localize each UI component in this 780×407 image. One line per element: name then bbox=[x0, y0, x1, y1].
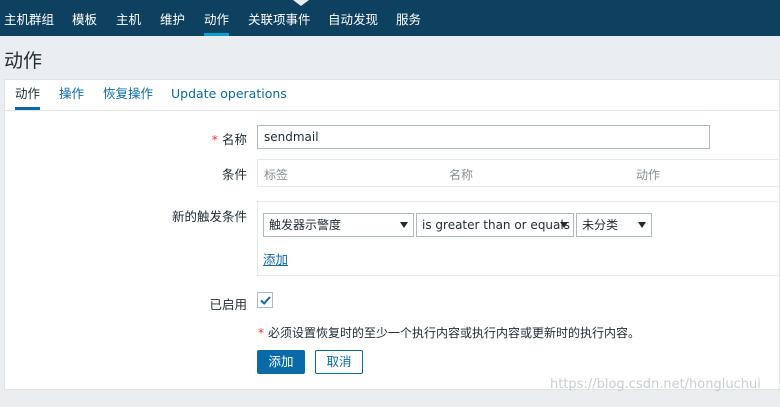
tab-operations[interactable]: 操作 bbox=[59, 80, 84, 110]
watermark: https://blog.csdn.net/hongluchui bbox=[550, 377, 761, 392]
nav-item-actions[interactable]: 动作 bbox=[204, 0, 230, 36]
nav-item-templates[interactable]: 模板 bbox=[72, 0, 97, 36]
chevron-down-icon bbox=[400, 222, 408, 228]
name-label-text: 名称 bbox=[221, 132, 247, 147]
condition-type-value: 触发器示警度 bbox=[269, 218, 342, 232]
condition-value-value: 未分类 bbox=[582, 218, 619, 232]
conditions-column-label: 标签 bbox=[264, 168, 289, 182]
nav-item-services[interactable]: 服务 bbox=[396, 0, 421, 36]
condition-operator-select[interactable]: is greater than or equals bbox=[416, 213, 574, 237]
conditions-column-name: 名称 bbox=[449, 168, 474, 182]
enabled-checkbox[interactable] bbox=[257, 292, 273, 308]
conditions-label: 条件 bbox=[221, 167, 247, 182]
required-mark: * bbox=[211, 132, 218, 147]
new-condition-label: 新的触发条件 bbox=[171, 209, 247, 224]
condition-value-select[interactable]: 未分类 bbox=[576, 213, 652, 237]
tab-update-operations[interactable]: Update operations bbox=[171, 80, 287, 110]
nav-item-host-groups[interactable]: 主机群组 bbox=[4, 0, 54, 36]
required-mark: * bbox=[258, 326, 264, 340]
tab-action[interactable]: 动作 bbox=[15, 80, 41, 110]
tab-recovery-operations[interactable]: 恢复操作 bbox=[103, 80, 153, 110]
required-notice-text: 必须设置恢复时的至少一个执行内容或执行内容或更新时的执行内容。 bbox=[268, 326, 641, 340]
conditions-column-action: 动作 bbox=[636, 168, 661, 182]
top-navigation: 主机群组 模板 主机 维护 动作 关联项事件 自动发现 服务 bbox=[0, 0, 780, 36]
required-notice: * 必须设置恢复时的至少一个执行内容或执行内容或更新时的执行内容。 bbox=[258, 324, 640, 341]
action-form-panel: 动作 操作 恢复操作 Update operations *名称 条件 标签 名… bbox=[4, 79, 780, 390]
nav-item-maintenance[interactable]: 维护 bbox=[160, 0, 185, 36]
checkmark-icon bbox=[260, 296, 271, 305]
nav-item-discovery[interactable]: 自动发现 bbox=[328, 0, 378, 36]
add-condition-link[interactable]: 添加 bbox=[263, 249, 288, 268]
add-button[interactable]: 添加 bbox=[257, 350, 305, 374]
form-tabs: 动作 操作 恢复操作 Update operations bbox=[5, 80, 780, 111]
active-nav-pointer bbox=[293, 0, 309, 6]
cancel-button[interactable]: 取消 bbox=[315, 350, 363, 374]
chevron-down-icon bbox=[638, 222, 646, 228]
nav-item-hosts[interactable]: 主机 bbox=[116, 0, 141, 36]
condition-operator-value: is greater than or equals bbox=[422, 218, 570, 232]
name-label: * 名称 bbox=[212, 129, 247, 148]
condition-type-select[interactable]: 触发器示警度 bbox=[263, 213, 414, 237]
chevron-down-icon bbox=[560, 222, 568, 228]
conditions-table: 标签 名称 动作 bbox=[257, 159, 780, 187]
name-input[interactable] bbox=[257, 125, 710, 149]
page-title: 动作 bbox=[4, 50, 43, 72]
enabled-label: 已启用 bbox=[209, 297, 247, 312]
